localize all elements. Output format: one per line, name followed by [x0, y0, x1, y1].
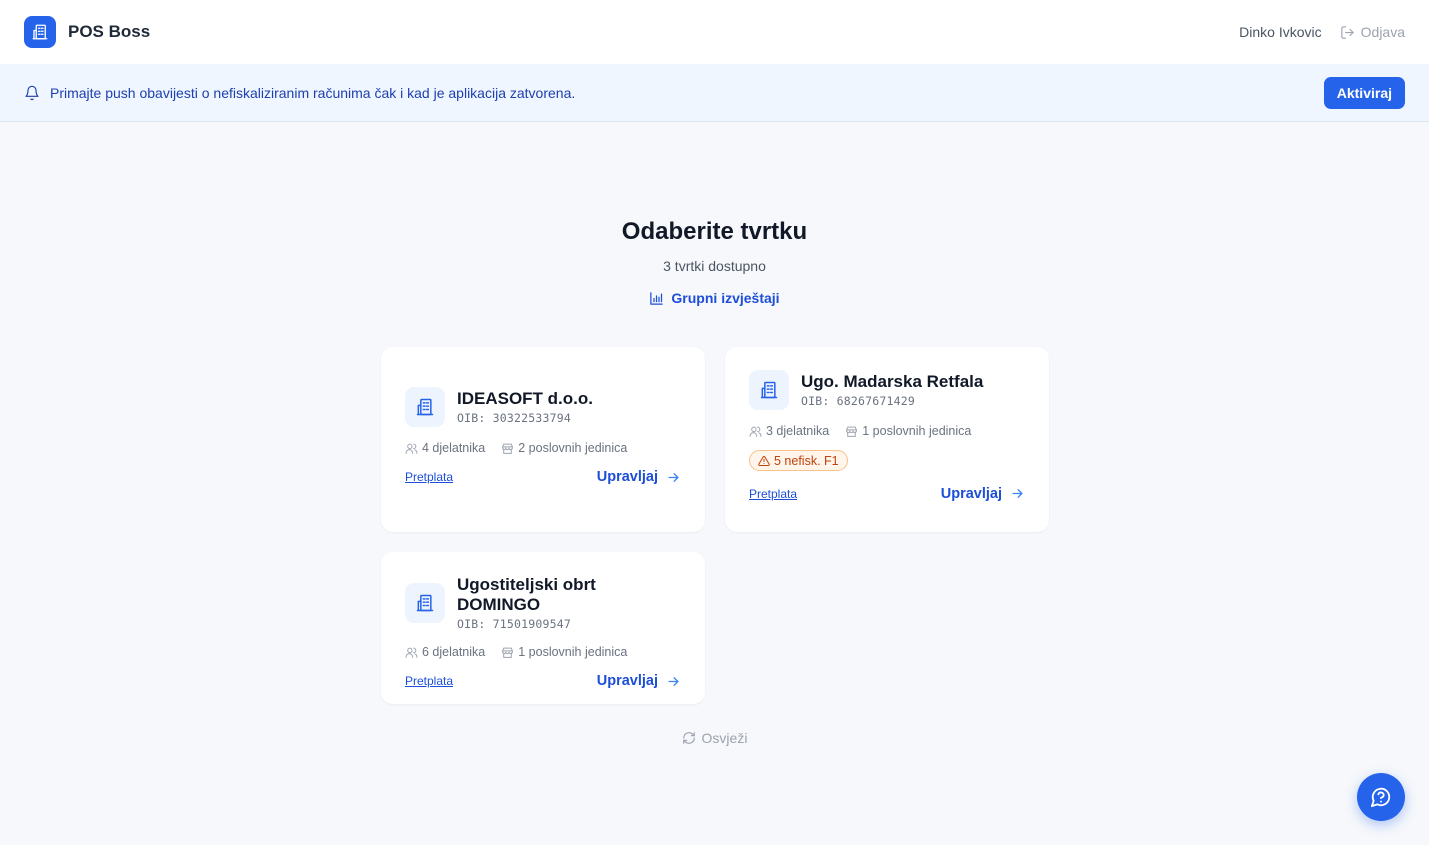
- users-icon: [749, 426, 762, 437]
- users-icon: [405, 443, 418, 454]
- building-icon: [405, 583, 445, 623]
- company-oib: OIB: 30322533794: [457, 411, 571, 425]
- unfiscalized-warning-badge[interactable]: 5 nefisk. F1: [749, 450, 848, 471]
- store-icon: [502, 443, 514, 454]
- company-oib: OIB: 68267671429: [801, 394, 915, 408]
- employees-stat: 3 djelatnika: [749, 424, 829, 438]
- units-stat: 1 poslovnih jedinica: [845, 424, 971, 438]
- building-icon: [405, 387, 445, 427]
- help-chat-icon: [1370, 787, 1391, 808]
- group-reports-label: Grupni izvještaji: [671, 290, 780, 306]
- subscription-link[interactable]: Pretplata: [749, 487, 797, 501]
- push-notification-banner: Primajte push obavijesti o nefiskalizira…: [0, 64, 1429, 122]
- units-stat: 1 poslovnih jedinica: [501, 645, 627, 659]
- bell-icon: [25, 85, 39, 100]
- manage-button[interactable]: Upravljaj: [597, 469, 681, 485]
- activate-button[interactable]: Aktiviraj: [1323, 76, 1405, 109]
- store-icon: [846, 426, 858, 437]
- bar-chart-icon: [650, 291, 664, 305]
- warning-icon: [758, 455, 770, 466]
- arrow-right-icon: [668, 472, 679, 482]
- refresh-icon: [682, 732, 695, 744]
- employees-stat: 4 djelatnika: [405, 441, 485, 455]
- user-area: Dinko Ivkovic Odjava: [1239, 24, 1405, 40]
- company-card-domingo[interactable]: Ugostiteljski obrt DOMINGO OIB: 71501909…: [381, 552, 705, 704]
- arrow-right-icon: [1012, 489, 1023, 498]
- help-chat-button[interactable]: [1357, 773, 1405, 821]
- companies-count: 3 tvrtki dostupno: [663, 258, 766, 274]
- company-card-madarska-retfala[interactable]: Ugo. Madarska Retfala OIB: 68267671429 3…: [725, 347, 1049, 532]
- company-oib: OIB: 71501909547: [457, 617, 571, 631]
- subscription-link[interactable]: Pretplata: [405, 674, 453, 688]
- app-name: POS Boss: [68, 22, 151, 41]
- arrow-right-icon: [668, 676, 679, 686]
- top-bar: POS Boss Dinko Ivkovic Odjava: [0, 0, 1429, 64]
- brand[interactable]: POS Boss: [24, 16, 150, 48]
- logout-icon: [1340, 25, 1354, 39]
- refresh-button[interactable]: Osvježi: [0, 730, 1429, 746]
- employees-stat: 6 djelatnika: [405, 645, 485, 659]
- manage-button[interactable]: Upravljaj: [941, 486, 1025, 502]
- users-icon: [405, 647, 418, 658]
- user-name: Dinko Ivkovic: [1239, 24, 1322, 40]
- company-name: Ugo. Madarska Retfala: [801, 372, 984, 391]
- manage-button[interactable]: Upravljaj: [597, 673, 681, 689]
- banner-text: Primajte push obavijesti o nefiskalizira…: [50, 84, 576, 101]
- refresh-label: Osvježi: [701, 730, 748, 746]
- logout-label: Odjava: [1360, 24, 1405, 40]
- store-icon: [502, 647, 514, 658]
- building-icon: [749, 370, 789, 410]
- subscription-link[interactable]: Pretplata: [405, 470, 453, 484]
- company-card-ideasoft[interactable]: IDEASOFT d.o.o. OIB: 30322533794 4 djela…: [381, 347, 705, 532]
- units-stat: 2 poslovnih jedinica: [501, 441, 627, 455]
- building-icon: [24, 16, 56, 48]
- company-name: IDEASOFT d.o.o.: [457, 389, 593, 408]
- page-title: Odaberite tvrtku: [621, 218, 808, 245]
- company-name: Ugostiteljski obrt DOMINGO: [457, 575, 596, 614]
- group-reports-link[interactable]: Grupni izvještaji: [0, 290, 1429, 306]
- logout-button[interactable]: Odjava: [1340, 24, 1405, 40]
